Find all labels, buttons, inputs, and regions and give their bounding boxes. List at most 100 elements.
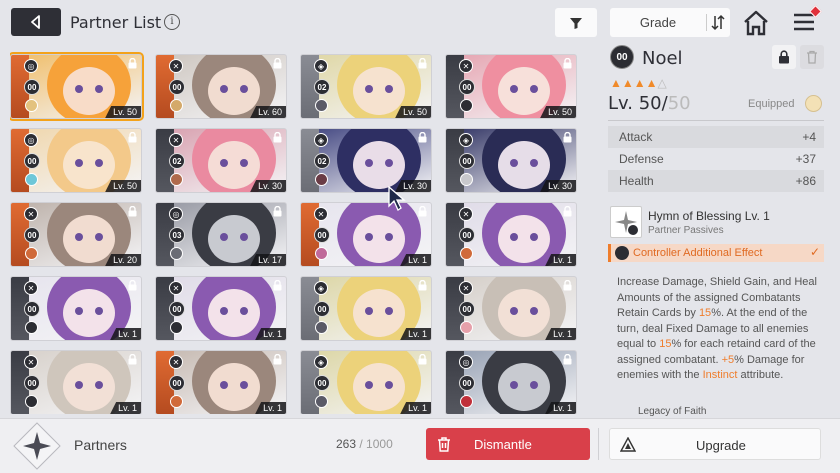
lock-button[interactable] bbox=[772, 45, 796, 69]
partner-card[interactable]: ◎ 00 Lv. 50 bbox=[10, 52, 144, 121]
partners-label: Partners bbox=[74, 437, 127, 453]
check-icon: ✓ bbox=[809, 245, 820, 259]
menu-button[interactable] bbox=[792, 5, 822, 36]
rank-badge: 00 bbox=[459, 301, 475, 317]
partner-card[interactable]: ✕ 00 Lv. 20 bbox=[10, 202, 142, 267]
portrait-face bbox=[63, 289, 115, 337]
partner-card[interactable]: ✕ 00 Lv. 60 bbox=[155, 54, 287, 119]
partner-name: Noel bbox=[642, 48, 683, 69]
lock-icon bbox=[563, 354, 572, 365]
lock-icon bbox=[563, 132, 572, 143]
page-title: Partner List bbox=[70, 13, 162, 32]
partner-card[interactable]: ◈ 02 Lv. 30 bbox=[300, 128, 432, 193]
partner-detail-panel: 00 Noel ▲▲▲▲△ Lv. 50/50 Equipped Attack +… bbox=[600, 40, 832, 418]
element-icon bbox=[25, 247, 38, 260]
portrait-eye bbox=[510, 85, 518, 93]
rank-badge: 00 bbox=[169, 79, 185, 95]
desc-text: attribute. bbox=[737, 369, 784, 381]
portrait-face bbox=[498, 363, 550, 411]
portrait-eye bbox=[240, 233, 248, 241]
rank-badge: 00 bbox=[24, 375, 40, 391]
upgrade-button[interactable]: Upgrade bbox=[609, 428, 821, 460]
class-icon: ◈ bbox=[314, 59, 328, 73]
element-icon bbox=[170, 395, 183, 408]
partner-card[interactable]: ◎ 00 Lv. 1 bbox=[445, 350, 577, 414]
class-icon: ◎ bbox=[169, 207, 183, 221]
trash-icon bbox=[807, 50, 817, 64]
partner-card[interactable]: ◈ 02 Lv. 50 bbox=[300, 54, 432, 119]
class-icon: ✕ bbox=[24, 281, 38, 295]
partner-card[interactable]: ✕ 00 Lv. 1 bbox=[445, 276, 577, 341]
skill-type: Partner Passives bbox=[648, 225, 724, 236]
level-label: Lv. 60 bbox=[250, 106, 286, 118]
element-icon bbox=[315, 247, 328, 260]
rank-badge: 00 bbox=[459, 227, 475, 243]
divider bbox=[598, 428, 599, 460]
equipped-avatar[interactable] bbox=[805, 95, 822, 112]
sort-toggle-icon[interactable] bbox=[710, 14, 726, 31]
partner-card[interactable]: ◈ 00 Lv. 1 bbox=[300, 350, 432, 414]
partner-card[interactable]: ✕ 00 Lv. 1 bbox=[10, 276, 142, 341]
home-icon[interactable] bbox=[742, 9, 770, 37]
partner-card[interactable]: ✕ 00 Lv. 50 bbox=[445, 54, 577, 119]
stat-label: Attack bbox=[619, 130, 653, 144]
lock-icon bbox=[128, 58, 137, 69]
rank-badge: 02 bbox=[314, 79, 330, 95]
portrait-face bbox=[63, 141, 115, 189]
portrait-eye bbox=[95, 85, 103, 93]
sort-selector[interactable]: Grade bbox=[610, 8, 730, 37]
skill-entry[interactable]: Hymn of Blessing Lv. 1 Partner Passives bbox=[608, 204, 824, 242]
controller-effect-header[interactable]: Controller Additional Effect ✓ bbox=[608, 244, 824, 262]
portrait-eye bbox=[365, 307, 373, 315]
partner-card[interactable]: ✕ 00 Lv. 1 bbox=[155, 350, 287, 414]
class-icon: ◎ bbox=[24, 133, 38, 147]
rank-badge: 03 bbox=[169, 227, 185, 243]
partner-card[interactable]: ✕ 00 Lv. 1 bbox=[300, 202, 432, 267]
count-max: 1000 bbox=[366, 437, 393, 451]
stat-row-attack: Attack +4 bbox=[608, 126, 824, 148]
partner-card[interactable]: ✕ 00 Lv. 1 bbox=[155, 276, 287, 341]
portrait-face bbox=[208, 67, 260, 115]
dismantle-single-button[interactable] bbox=[800, 45, 824, 69]
lock-icon bbox=[418, 280, 427, 291]
rank-badge: 00 bbox=[459, 375, 475, 391]
portrait-face bbox=[498, 215, 550, 263]
portrait-eye bbox=[75, 159, 83, 167]
partner-card[interactable]: ◎ 00 Lv. 50 bbox=[10, 128, 142, 193]
portrait-face bbox=[63, 67, 115, 115]
skill-icon bbox=[610, 206, 642, 238]
detail-rank-icon: 00 bbox=[610, 45, 634, 69]
class-icon: ✕ bbox=[169, 281, 183, 295]
portrait-eye bbox=[240, 307, 248, 315]
element-icon bbox=[460, 321, 473, 334]
partner-card[interactable]: ◎ 03 Lv. 17 bbox=[155, 202, 287, 267]
dismantle-button[interactable]: Dismantle bbox=[426, 428, 590, 460]
lock-icon bbox=[273, 132, 282, 143]
level-label: Lv. 50 bbox=[105, 106, 141, 118]
partner-count: 263 / 1000 bbox=[336, 437, 393, 451]
partner-card[interactable]: ✕ 02 Lv. 30 bbox=[155, 128, 287, 193]
lock-icon bbox=[418, 132, 427, 143]
element-icon bbox=[170, 99, 183, 112]
element-icon bbox=[460, 173, 473, 186]
portrait-face bbox=[498, 289, 550, 337]
lock-icon bbox=[418, 206, 427, 217]
back-button[interactable] bbox=[11, 8, 61, 36]
partner-card[interactable]: ◈ 00 Lv. 1 bbox=[300, 276, 432, 341]
portrait-eye bbox=[385, 307, 393, 315]
portrait-face bbox=[208, 141, 260, 189]
portrait-eye bbox=[365, 159, 373, 167]
next-skill-entry[interactable]: Legacy of Faith bbox=[608, 406, 824, 418]
rank-badge: 00 bbox=[314, 301, 330, 317]
filter-button[interactable] bbox=[555, 8, 597, 37]
star-rating: ▲▲▲▲△ bbox=[610, 76, 667, 90]
rank-badge: 00 bbox=[459, 79, 475, 95]
rank-badge: 00 bbox=[169, 301, 185, 317]
info-icon[interactable]: i bbox=[164, 14, 180, 30]
portrait-eye bbox=[530, 85, 538, 93]
partner-card[interactable]: ◈ 00 Lv. 30 bbox=[445, 128, 577, 193]
partner-card[interactable]: ✕ 00 Lv. 1 bbox=[445, 202, 577, 267]
partner-card[interactable]: ✕ 00 Lv. 1 bbox=[10, 350, 142, 414]
portrait-eye bbox=[385, 381, 393, 389]
class-icon: ✕ bbox=[24, 355, 38, 369]
